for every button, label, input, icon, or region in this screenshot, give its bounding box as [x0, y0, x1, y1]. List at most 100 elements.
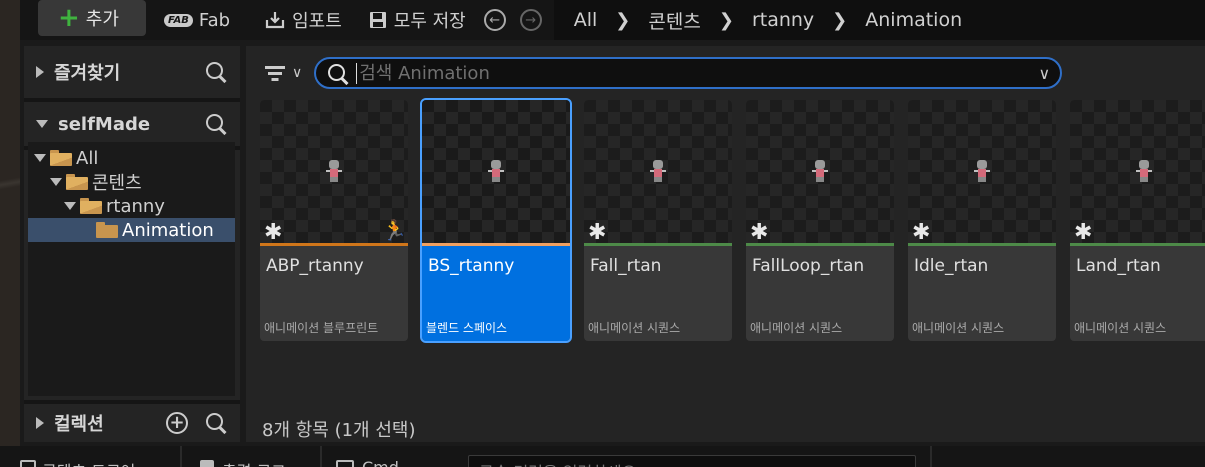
search-icon[interactable]	[204, 60, 228, 84]
asterisk-icon: ✱	[588, 220, 607, 245]
add-button[interactable]: + 추가	[38, 0, 146, 36]
favorites-section[interactable]: 즐겨찾기	[24, 46, 240, 102]
add-collection-icon[interactable]: +	[166, 412, 188, 434]
fab-button[interactable]: FAB Fab	[154, 3, 240, 37]
asset-tile[interactable]: ✱ FallLoop_rtan 애니메이션 시퀀스	[746, 100, 894, 341]
console-command-input[interactable]: 콘솔 명령을 입력하세요	[468, 455, 916, 467]
asset-thumbnail	[422, 100, 570, 243]
asset-tile[interactable]: ✱ Idle_rtan 애니메이션 시퀀스	[908, 100, 1056, 341]
project-label: selfMade	[58, 113, 151, 135]
tree-item-label: All	[76, 147, 99, 169]
folder-tree: All 콘텐츠 rtanny Animation	[28, 142, 235, 396]
tree-item-label: Animation	[122, 219, 214, 241]
asset-thumbnail: ✱	[1070, 100, 1205, 245]
asset-tile[interactable]: BS_rtanny 블렌드 스페이스	[420, 98, 572, 343]
folder-open-icon	[50, 150, 72, 166]
asterisk-icon: ✱	[750, 220, 769, 245]
collections-section[interactable]: 컬렉션 +	[24, 400, 240, 442]
asterisk-icon: ✱	[1074, 220, 1093, 245]
character-sprite-icon	[488, 160, 504, 182]
asset-name: BS_rtanny	[428, 256, 515, 276]
asset-name: Idle_rtan	[914, 256, 989, 276]
breadcrumb-item[interactable]: rtanny	[752, 9, 814, 31]
chevron-right-icon[interactable]: ❯	[824, 10, 855, 31]
running-man-icon: 🏃	[382, 218, 407, 242]
collapse-arrow-icon[interactable]	[50, 178, 62, 186]
asset-type: 애니메이션 블루프린트	[264, 321, 379, 335]
forward-icon[interactable]: →	[519, 9, 542, 31]
collapse-arrow-icon[interactable]	[64, 202, 76, 210]
content-drawer-button[interactable]: 콘텐츠 드로어	[0, 446, 180, 467]
content-drawer-label: 콘텐츠 드로어	[42, 458, 135, 467]
expand-arrow-icon[interactable]	[36, 66, 44, 78]
asset-search-box[interactable]: ∨	[314, 57, 1063, 89]
character-sprite-icon	[326, 160, 342, 182]
asset-thumbnail: ✱ 🏃	[260, 100, 408, 245]
asterisk-icon: ✱	[912, 220, 931, 245]
asset-type: 애니메이션 시퀀스	[1074, 321, 1167, 335]
favorites-label: 즐겨찾기	[54, 63, 121, 84]
tree-item-animation[interactable]: Animation	[28, 218, 235, 242]
chevron-right-icon[interactable]: ❯	[711, 10, 742, 31]
chevron-down-icon[interactable]: ∨	[1039, 64, 1051, 83]
breadcrumb: All ❯ 콘텐츠 ❯ rtanny ❯ Animation	[553, 0, 1205, 40]
character-sprite-icon	[974, 160, 990, 182]
asset-name: ABP_rtanny	[266, 256, 364, 276]
cmd-label: Cmd	[362, 458, 399, 467]
output-log-button[interactable]: 출력 로그	[182, 446, 320, 467]
asset-tile[interactable]: ✱ Fall_rtan 애니메이션 시퀀스	[584, 100, 732, 341]
folder-icon	[96, 222, 118, 238]
asset-tile[interactable]: ✱ Land_rtan 애니메이션 시퀀스	[1070, 100, 1205, 341]
asset-view: ∨ ∨ ✱ 🏃 ABP_rtanny 애니메이션 블루프린트 BS_rtanny	[246, 46, 1205, 442]
asset-thumbnail: ✱	[908, 100, 1056, 245]
content-browser-toolbar: + 추가 FAB Fab 임포트 모두 저장 ← → All ❯ 콘텐츠 ❯ r…	[20, 0, 1205, 40]
chevron-right-icon[interactable]: ❯	[607, 10, 638, 31]
folder-open-icon	[80, 198, 102, 214]
import-icon	[265, 12, 285, 29]
expand-arrow-icon[interactable]	[36, 417, 44, 429]
console-icon	[336, 460, 354, 467]
character-sprite-icon	[812, 160, 828, 182]
collapse-arrow-icon[interactable]	[36, 120, 48, 128]
cmd-button[interactable]: Cmd	[322, 446, 452, 467]
breadcrumb-item[interactable]: Animation	[865, 9, 962, 31]
fab-icon: FAB	[164, 13, 193, 27]
save-all-button[interactable]: 모두 저장	[358, 3, 476, 37]
tree-item-all[interactable]: All	[34, 146, 98, 170]
sources-panel: 즐겨찾기 selfMade All 콘텐츠 rtanny Animation 컬…	[24, 46, 240, 442]
item-count-status: 8개 항목 (1개 선택)	[262, 420, 416, 441]
asset-name: Fall_rtan	[590, 256, 662, 276]
filter-row: ∨ ∨	[246, 56, 1205, 90]
tree-item-label: 콘텐츠	[92, 173, 142, 194]
asset-tile[interactable]: ✱ 🏃 ABP_rtanny 애니메이션 블루프린트	[260, 100, 408, 341]
chevron-down-icon[interactable]: ∨	[292, 65, 302, 81]
import-label: 임포트	[292, 11, 342, 32]
search-input[interactable]	[356, 62, 1031, 84]
filter-icon[interactable]	[264, 64, 286, 82]
save-all-label: 모두 저장	[393, 11, 466, 32]
back-icon[interactable]: ←	[483, 9, 506, 31]
folder-open-icon	[66, 174, 88, 190]
asset-name: FallLoop_rtan	[752, 256, 865, 276]
tree-item-label: rtanny	[106, 195, 165, 217]
asset-name: Land_rtan	[1076, 256, 1161, 276]
asset-type-bar	[422, 243, 570, 246]
tree-item-content[interactable]: 콘텐츠	[50, 170, 142, 194]
search-icon[interactable]	[204, 112, 228, 136]
add-label: 추가	[85, 9, 119, 30]
breadcrumb-item[interactable]: 콘텐츠	[648, 7, 700, 34]
collapse-arrow-icon[interactable]	[34, 154, 46, 162]
output-log-label: 출력 로그	[222, 458, 286, 467]
plus-icon: +	[58, 3, 80, 33]
divider	[930, 446, 932, 467]
search-icon[interactable]	[204, 411, 228, 435]
asterisk-icon: ✱	[264, 220, 283, 245]
character-sprite-icon	[1136, 160, 1152, 182]
save-icon	[369, 12, 386, 28]
import-button[interactable]: 임포트	[254, 3, 352, 37]
asset-type: 애니메이션 시퀀스	[588, 321, 681, 335]
search-icon	[326, 62, 348, 84]
breadcrumb-item[interactable]: All	[574, 9, 598, 31]
tree-item-rtanny[interactable]: rtanny	[64, 194, 165, 218]
asset-type: 애니메이션 시퀀스	[750, 321, 843, 335]
